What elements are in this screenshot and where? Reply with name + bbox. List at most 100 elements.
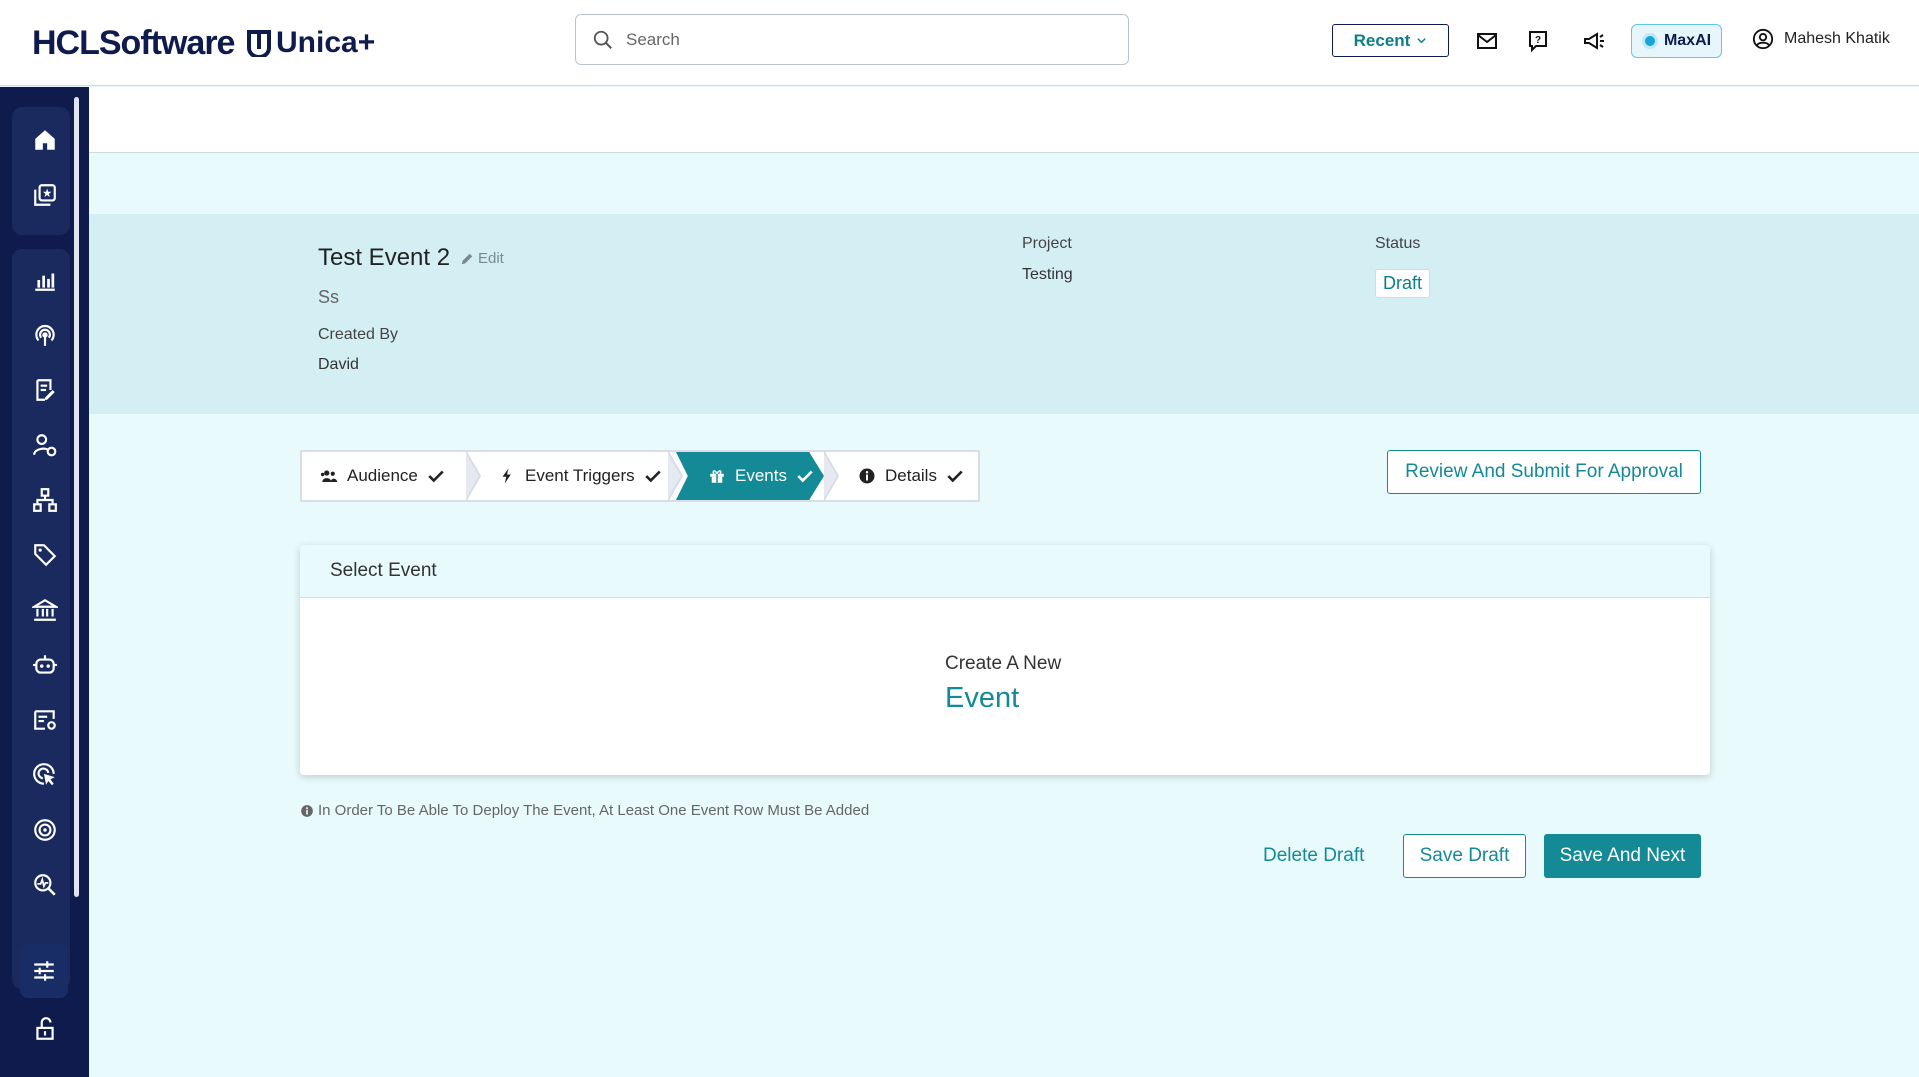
sidebar-item-broadcast[interactable] [26, 316, 64, 354]
edit-label: Edit [478, 250, 504, 267]
step-audience[interactable]: Audience [320, 452, 470, 500]
step-events[interactable]: Events [676, 452, 824, 500]
created-by-value: David [318, 356, 359, 373]
sliders-icon [34, 961, 54, 981]
robot-icon [33, 655, 57, 674]
sidebar-item-documents[interactable] [26, 371, 64, 409]
pencil-icon [461, 253, 473, 264]
search-icon [593, 30, 612, 49]
step-label: Events [735, 466, 787, 485]
project-value: Testing [1022, 266, 1073, 283]
search-chart-icon [34, 874, 56, 896]
review-submit-button[interactable]: Review And Submit For Approval [1387, 450, 1701, 494]
sidebar-item-tags[interactable] [26, 536, 64, 574]
check-icon [428, 470, 444, 483]
help-icon: ? [1529, 31, 1547, 53]
announcements-button[interactable] [1581, 28, 1607, 54]
gift-icon [710, 470, 724, 483]
sidebar-item-users[interactable] [26, 426, 64, 464]
step-separator [466, 452, 482, 500]
users-icon [320, 470, 338, 482]
mail-icon [1477, 33, 1497, 49]
deploy-note: In Order To Be Able To Deploy The Event,… [300, 802, 869, 819]
step-label: Audience [347, 466, 418, 485]
sidebar-item-targeting[interactable] [26, 756, 64, 794]
save-and-next-button[interactable]: Save And Next [1544, 834, 1701, 878]
info-icon [859, 468, 875, 484]
sidebar-item-insights[interactable] [26, 866, 64, 904]
sidebar-item-analytics[interactable] [26, 261, 64, 299]
svg-text:?: ? [1535, 35, 1541, 46]
product-name: Unica+ [276, 26, 376, 59]
broadcast-icon [35, 325, 55, 346]
help-button[interactable]: ? [1525, 28, 1551, 54]
document-edit-icon [36, 379, 55, 401]
bank-icon [32, 598, 58, 621]
sidebar-item-list-settings[interactable] [26, 701, 64, 739]
info-icon [301, 804, 313, 817]
recent-label: Recent [1353, 30, 1411, 50]
step-event-triggers[interactable]: Event Triggers [498, 452, 668, 500]
top-header: HCLSoftware Unica+ Recent ? [0, 0, 1919, 86]
step-details[interactable]: Details [858, 452, 978, 500]
unica-logo-icon [247, 30, 271, 57]
list-settings-icon [34, 710, 56, 730]
event-subtitle: Ss [318, 287, 340, 307]
maxai-button[interactable]: MaxAI [1631, 24, 1722, 58]
wizard-stepper: Audience Event Triggers Events Details [300, 450, 980, 502]
hierarchy-icon [33, 488, 57, 512]
step-separator [824, 452, 840, 500]
card-header: Select Event [300, 545, 1710, 598]
project-label: Project [1022, 235, 1072, 252]
save-draft-button[interactable]: Save Draft [1403, 834, 1526, 878]
note-text: In Order To Be Able To Deploy The Event,… [318, 802, 870, 819]
user-name: Mahesh Khatik [1784, 30, 1890, 47]
analytics-icon [35, 273, 55, 291]
gallery-icon [34, 184, 56, 206]
sidebar-item-unlock[interactable] [26, 1010, 64, 1048]
sidebar-item-home[interactable] [26, 121, 64, 159]
step-label: Event Triggers [525, 466, 635, 485]
recent-dropdown[interactable]: Recent [1332, 24, 1449, 57]
event-title: Test Event 2 [318, 244, 451, 271]
create-new-label: Create A New [945, 653, 1062, 674]
user-menu[interactable]: Mahesh Khatik [1752, 28, 1890, 50]
sidebar [0, 87, 89, 1077]
check-icon [947, 470, 963, 483]
tags-icon [34, 544, 57, 567]
select-event-card: Select Event Create A New Event [300, 545, 1710, 775]
search-box[interactable] [575, 14, 1129, 65]
product-logo[interactable]: Unica+ [246, 26, 375, 60]
create-event-link[interactable]: Event [945, 682, 1019, 715]
sidebar-item-bank[interactable] [26, 591, 64, 629]
step-label: Details [885, 466, 937, 485]
sidebar-item-target[interactable] [26, 811, 64, 849]
brand-logo[interactable]: HCLSoftware [32, 24, 235, 63]
sidebar-item-automation[interactable] [26, 646, 64, 684]
mail-button[interactable] [1474, 28, 1500, 54]
status-label: Status [1375, 235, 1421, 252]
created-by-label: Created By [318, 326, 399, 343]
maxai-label: MaxAI [1663, 32, 1712, 49]
check-icon [644, 470, 661, 483]
sidebar-scrollbar[interactable] [74, 97, 79, 897]
user-settings-icon [33, 434, 57, 457]
search-input[interactable] [626, 29, 1106, 50]
user-avatar-icon [1752, 28, 1774, 50]
sidebar-item-hierarchy[interactable] [26, 481, 64, 519]
target-click-icon [33, 763, 55, 786]
maxai-icon [1641, 33, 1658, 49]
page-toolbar-strip [89, 87, 1919, 153]
check-icon [797, 470, 813, 483]
home-icon [35, 130, 55, 150]
edit-title-link[interactable]: Edit [460, 250, 504, 267]
delete-draft-button[interactable]: Delete Draft [1263, 834, 1364, 878]
unlock-icon [36, 1017, 54, 1040]
bolt-icon [502, 468, 511, 484]
status-badge: Draft [1375, 269, 1431, 298]
announcement-icon [1584, 32, 1604, 50]
sidebar-item-settings[interactable] [20, 944, 68, 998]
sidebar-item-gallery[interactable] [26, 176, 64, 214]
chevron-down-icon [1417, 38, 1427, 44]
target-icon [34, 819, 56, 841]
